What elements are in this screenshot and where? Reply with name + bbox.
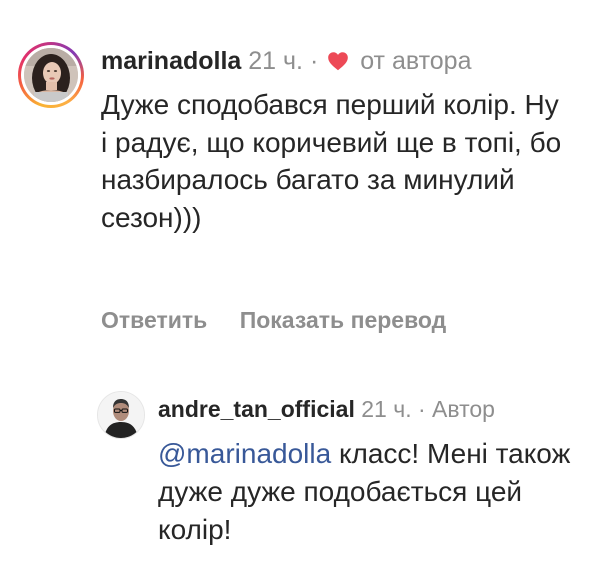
comment-text: Дуже сподобався перший колір. Ну і радує… (101, 89, 562, 233)
mention-link[interactable]: @marinadolla (158, 438, 331, 469)
story-ring[interactable] (18, 42, 84, 108)
avatar[interactable] (24, 48, 78, 102)
comment-actions: Ответить Показать перевод (101, 303, 472, 337)
separator: · (417, 396, 426, 422)
avatar-photo-icon (98, 392, 144, 438)
heart-icon (327, 46, 349, 80)
avatar[interactable] (97, 391, 145, 439)
comment: marinadolla 21 ч. · от автора Дуже сподо… (0, 0, 600, 350)
username-link[interactable]: andre_tan_official (158, 396, 355, 422)
liked-by-author-label: от автора (360, 47, 472, 75)
separator: · (309, 47, 319, 75)
comment-time[interactable]: 21 ч. (361, 396, 411, 422)
avatar-photo-icon (24, 48, 78, 102)
author-badge: Автор (432, 396, 495, 422)
reply-button[interactable]: Ответить (101, 307, 207, 333)
username-link[interactable]: marinadolla (101, 47, 241, 75)
comment-time[interactable]: 21 ч. (248, 47, 303, 75)
reply-text: @marinadolla класс! Мені також дуже дуже… (158, 435, 578, 549)
comment-header: marinadolla 21 ч. · от автора (101, 44, 471, 80)
show-translation-button[interactable]: Показать перевод (240, 307, 447, 333)
comment-header: andre_tan_official 21 ч. · Автор (158, 393, 495, 425)
